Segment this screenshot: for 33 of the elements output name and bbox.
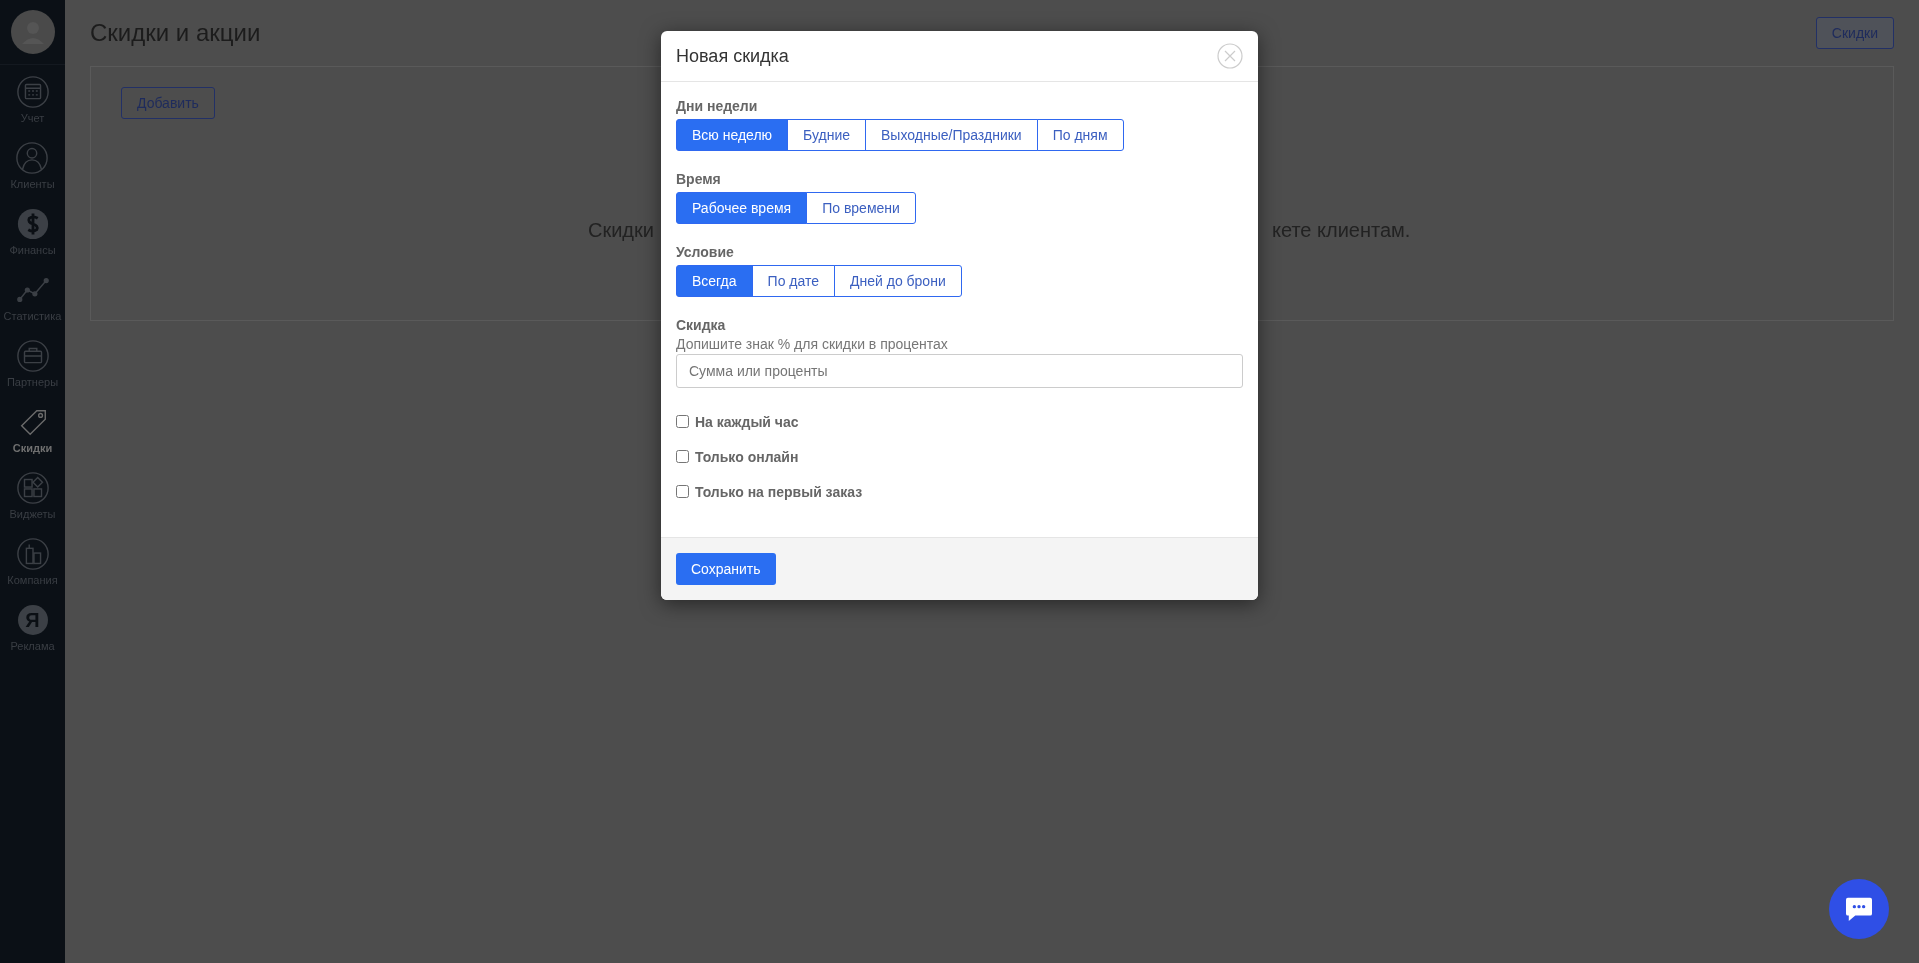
buildings-icon	[15, 537, 50, 571]
field-hint: Допишите знак % для скидки в процентах	[676, 336, 949, 352]
field-label: Дни недели	[676, 98, 759, 114]
field-label: Скидка	[676, 317, 727, 333]
option-button[interactable]: Дней до брони	[834, 265, 962, 297]
option-button[interactable]: Будние	[787, 119, 867, 151]
modal-title: Новая скидка	[676, 45, 789, 67]
checkbox-label: Только на первый заказ	[695, 483, 863, 500]
avatar-icon[interactable]	[10, 10, 55, 54]
grid-icon	[15, 471, 50, 505]
option-button[interactable]: По времени	[806, 192, 916, 224]
dollar-icon	[15, 207, 50, 241]
option-button[interactable]: Рабочее время	[676, 192, 808, 224]
option-button[interactable]: По дням	[1036, 119, 1124, 151]
chat-button[interactable]	[1829, 879, 1889, 939]
option-button[interactable]: Выходные/Праздники	[865, 119, 1038, 151]
save-button[interactable]: Сохранить	[676, 553, 776, 585]
checkbox[interactable]	[676, 485, 689, 498]
option-button[interactable]: Всегда	[676, 265, 753, 297]
checkbox-label: На каждый час	[695, 413, 799, 430]
option-button[interactable]: По дате	[751, 265, 835, 297]
sidebar-item[interactable]: Скидки	[12, 405, 53, 471]
discount-input[interactable]: Сумма или проценты	[676, 354, 1243, 388]
field-label: Условие	[676, 244, 735, 260]
option-button[interactable]: Всю неделю	[676, 119, 789, 151]
calendar-icon	[15, 75, 50, 109]
briefcase-icon	[15, 339, 50, 373]
checkbox[interactable]	[676, 415, 689, 428]
field-label: Время	[676, 171, 722, 187]
checkbox-label: Только онлайн	[695, 448, 799, 465]
chat-icon	[1845, 896, 1873, 922]
person-icon	[15, 141, 50, 175]
checkbox[interactable]	[676, 450, 689, 463]
